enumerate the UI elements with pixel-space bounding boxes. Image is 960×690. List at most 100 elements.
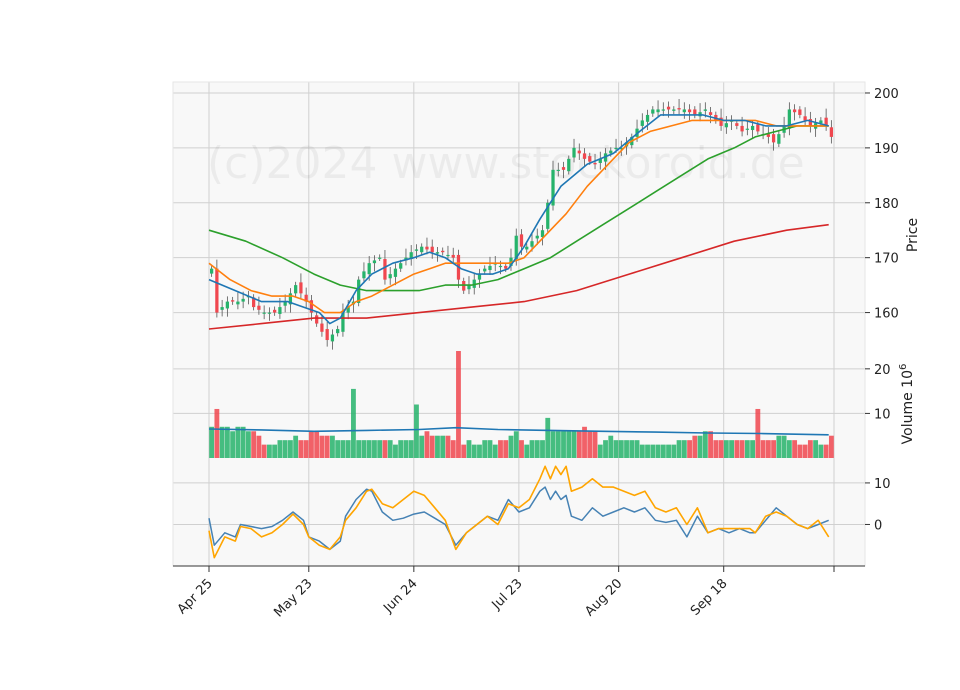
candle-body xyxy=(677,108,681,110)
volume-bar xyxy=(503,440,509,458)
candle-body xyxy=(488,265,492,271)
volume-bar xyxy=(624,440,629,458)
volume-bar xyxy=(671,444,677,458)
candle-body xyxy=(435,252,440,254)
candle-body xyxy=(687,109,692,113)
y-tick-label: 10 xyxy=(874,477,891,492)
volume-bar xyxy=(293,435,299,458)
watermark: (c)2024 www.stockoroid.de xyxy=(207,138,805,189)
volume-bar xyxy=(555,431,561,458)
candle-body xyxy=(777,134,781,144)
volume-bar xyxy=(403,440,409,458)
volume-bar xyxy=(760,440,766,458)
volume-bar xyxy=(786,440,792,458)
volume-bar xyxy=(608,435,614,458)
y-tick-label: 180 xyxy=(874,197,899,212)
volume-bar xyxy=(445,435,451,458)
candle-body xyxy=(388,274,392,279)
candle-body xyxy=(299,282,303,294)
x-tick-label: Apr 25 xyxy=(175,576,216,617)
volume-bar xyxy=(429,435,435,458)
volume-bar xyxy=(540,440,545,458)
volume-bar xyxy=(781,435,787,458)
volume-bar xyxy=(639,444,645,458)
volume-bar xyxy=(209,426,215,458)
volume-bar xyxy=(214,408,220,458)
volume-bar xyxy=(461,444,467,458)
volume-bar xyxy=(482,440,488,458)
volume-bar xyxy=(613,440,619,458)
candle-body xyxy=(336,329,340,334)
volume-bar xyxy=(618,440,624,458)
volume-bar xyxy=(823,444,829,458)
candle-body xyxy=(614,147,618,150)
candle-body xyxy=(231,300,235,302)
volume-bar xyxy=(266,444,272,458)
candle-body xyxy=(215,268,219,313)
volume-bar xyxy=(424,431,430,458)
volume-bar xyxy=(687,440,692,458)
volume-bar xyxy=(361,440,367,458)
volume-bar xyxy=(309,431,314,458)
volume-bar xyxy=(513,431,519,458)
x-tick-label: Aug 20 xyxy=(582,576,625,619)
candle-body xyxy=(740,125,744,132)
volume-bar xyxy=(414,404,419,458)
candle-body xyxy=(236,301,240,305)
volume-bar xyxy=(287,440,293,458)
volume-bar xyxy=(450,440,456,458)
volume-bar xyxy=(319,435,325,458)
candle-body xyxy=(504,265,508,269)
candle-body xyxy=(661,109,665,111)
candle-body xyxy=(399,263,403,269)
candle-body xyxy=(257,305,261,310)
volume-bar xyxy=(792,440,798,458)
x-tick-label: Sep 18 xyxy=(688,576,731,619)
volume-bar xyxy=(692,435,698,458)
candle-body xyxy=(209,268,214,274)
candle-body xyxy=(420,246,424,253)
volume-bar xyxy=(545,417,551,458)
candle-body xyxy=(498,265,503,268)
y-tick-label: 170 xyxy=(874,252,899,267)
volume-bar xyxy=(702,431,708,458)
volume-bar xyxy=(303,440,309,458)
volume-bar xyxy=(251,431,257,458)
candle-body xyxy=(756,124,760,132)
volume-bar xyxy=(356,440,362,458)
volume-bar xyxy=(681,440,687,458)
candle-body xyxy=(798,109,802,115)
candle-body xyxy=(724,123,728,128)
volume-bar xyxy=(723,440,729,458)
volume-bar xyxy=(351,388,356,458)
candle-body xyxy=(535,235,539,239)
volume-bar xyxy=(398,440,404,458)
candle-body xyxy=(320,323,324,332)
volume-bar xyxy=(634,440,640,458)
candle-body xyxy=(750,125,755,131)
volume-bar xyxy=(744,440,750,458)
volume-bar xyxy=(508,435,514,458)
candle-body xyxy=(672,109,676,111)
volume-bar xyxy=(561,431,566,458)
candle-body xyxy=(771,134,776,143)
y-tick-label: 10 xyxy=(874,407,891,422)
x-tick-label: Jun 24 xyxy=(380,576,420,616)
volume-bar xyxy=(219,426,225,458)
candle-body xyxy=(682,109,686,113)
volume-bar xyxy=(492,444,498,458)
volume-bar xyxy=(587,431,593,458)
candle-body xyxy=(519,234,524,247)
volume-bar xyxy=(676,440,682,458)
volume-bar xyxy=(277,440,283,458)
volume-bar xyxy=(335,440,341,458)
volume-bar xyxy=(645,444,650,458)
volume-bar xyxy=(571,431,577,458)
volume-bar xyxy=(718,440,724,458)
volume-bar xyxy=(713,440,719,458)
candle-body xyxy=(588,156,592,162)
candle-body xyxy=(367,263,371,275)
candle-body xyxy=(708,112,713,115)
candle-body xyxy=(567,158,571,172)
volume-axis-label: Volume 106 xyxy=(898,364,916,445)
